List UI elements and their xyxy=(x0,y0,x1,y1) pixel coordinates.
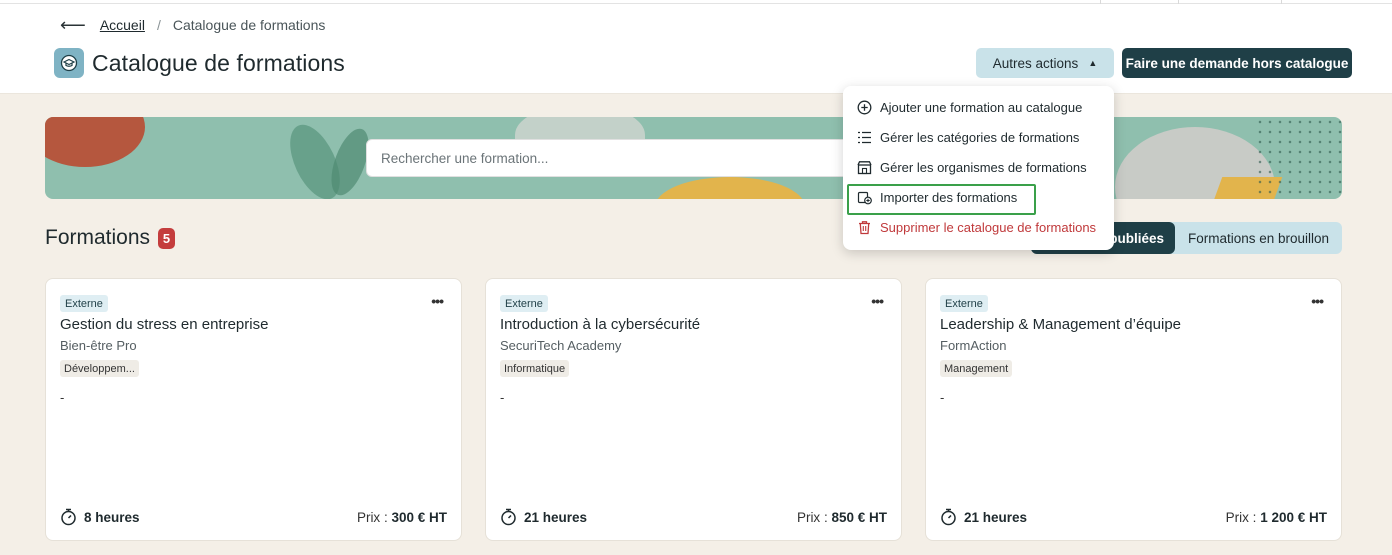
training-description: - xyxy=(500,390,505,405)
trash-icon xyxy=(859,220,870,234)
training-name: Gestion du stress en entreprise xyxy=(60,316,269,333)
plus-circle-icon xyxy=(857,100,872,114)
menu-item-label: Gérer les organismes de formations xyxy=(880,159,1087,175)
training-name: Introduction à la cybersécurité xyxy=(500,316,701,333)
menu-item-label: Supprimer le catalogue de formations xyxy=(880,219,1097,235)
price-value: 850 € HT xyxy=(831,510,887,525)
banner-decoration xyxy=(45,117,145,167)
category-tag: Management xyxy=(940,360,1013,377)
import-icon xyxy=(857,191,872,204)
duration-value: 21 heures xyxy=(964,509,1028,525)
banner-decoration xyxy=(655,177,805,199)
menu-item-label: Gérer les catégories de formations xyxy=(880,129,1080,145)
more-options-icon[interactable]: ••• xyxy=(871,293,884,309)
menu-item-add-training[interactable]: Ajouter une formation au catalogue xyxy=(857,95,1082,119)
training-description: - xyxy=(940,390,945,405)
graduation-cap-icon xyxy=(54,48,84,78)
price-label: Prix : xyxy=(796,510,828,525)
other-actions-button[interactable]: Autres actions ▲ xyxy=(976,48,1114,78)
price-label: Prix : xyxy=(356,510,388,525)
stopwatch-icon xyxy=(941,508,956,526)
title-row: Catalogue de formations xyxy=(54,48,345,78)
menu-item-delete-catalog[interactable]: Supprimer le catalogue de formations xyxy=(857,215,1096,239)
menu-item-label: Importer des formations xyxy=(880,189,1018,205)
training-card[interactable]: Externe ••• Leadership & Management d’éq… xyxy=(925,278,1342,541)
off-catalog-request-button[interactable]: Faire une demande hors catalogue xyxy=(1122,48,1352,78)
breadcrumb-home-link[interactable]: Accueil xyxy=(100,17,145,33)
training-organization: Bien-être Pro xyxy=(60,338,137,353)
tab-draft[interactable]: Formations en brouillon xyxy=(1175,222,1342,254)
arrow-left-icon[interactable]: ⟵ xyxy=(60,16,86,34)
training-duration: 21 heures xyxy=(940,508,1027,526)
duration-value: 21 heures xyxy=(524,509,588,525)
training-duration: 8 heures xyxy=(60,508,140,526)
type-tag: Externe xyxy=(940,295,988,312)
training-organization: SecuriTech Academy xyxy=(500,338,622,353)
category-tag: Développem... xyxy=(60,360,139,377)
price-value: 1 200 € HT xyxy=(1260,510,1327,525)
breadcrumb-separator: / xyxy=(156,17,161,33)
menu-item-import-trainings[interactable]: Importer des formations xyxy=(857,185,1017,209)
more-options-icon[interactable]: ••• xyxy=(431,293,444,309)
price-value: 300 € HT xyxy=(391,510,447,525)
count-badge: 5 xyxy=(158,227,176,249)
caret-up-icon: ▲ xyxy=(1088,58,1098,68)
menu-item-manage-organizations[interactable]: Gérer les organismes de formations xyxy=(857,155,1087,179)
more-options-icon[interactable]: ••• xyxy=(1311,293,1324,309)
breadcrumb-current: Catalogue de formations xyxy=(172,17,326,33)
banner-dots-pattern xyxy=(1255,117,1342,199)
page-title: Catalogue de formations xyxy=(92,49,345,76)
training-card[interactable]: Externe ••• Gestion du stress en entrepr… xyxy=(45,278,462,541)
training-duration: 21 heures xyxy=(500,508,587,526)
training-price: Prix : 300 € HT xyxy=(357,510,447,525)
search-input[interactable] xyxy=(366,139,866,177)
building-icon xyxy=(857,160,872,174)
menu-item-manage-categories[interactable]: Gérer les catégories de formations xyxy=(857,125,1079,149)
stopwatch-icon xyxy=(61,508,76,526)
breadcrumb: ⟵ Accueil / Catalogue de formations xyxy=(60,16,326,34)
menu-item-label: Ajouter une formation au catalogue xyxy=(880,99,1083,115)
training-name: Leadership & Management d’équipe xyxy=(940,316,1182,333)
price-label: Prix : xyxy=(1225,510,1257,525)
type-tag: Externe xyxy=(60,295,108,312)
formations-heading: Formations 5 xyxy=(45,226,176,250)
type-tag: Externe xyxy=(500,295,548,312)
training-organization: FormAction xyxy=(940,338,1007,353)
stopwatch-icon xyxy=(501,508,516,526)
other-actions-label: Autres actions xyxy=(992,55,1079,71)
other-actions-menu: Ajouter une formation au catalogue Gérer… xyxy=(843,86,1114,250)
training-card[interactable]: Externe ••• Introduction à la cybersécur… xyxy=(485,278,902,541)
category-tag: Informatique xyxy=(500,360,570,377)
page-header: ⟵ Accueil / Catalogue de formations Cata… xyxy=(0,4,1392,94)
training-description: - xyxy=(60,390,65,405)
section-title: Formations xyxy=(45,226,151,249)
training-price: Prix : 850 € HT xyxy=(797,510,887,525)
training-price: Prix : 1 200 € HT xyxy=(1226,510,1327,525)
duration-value: 8 heures xyxy=(84,509,140,525)
list-icon xyxy=(858,131,871,143)
